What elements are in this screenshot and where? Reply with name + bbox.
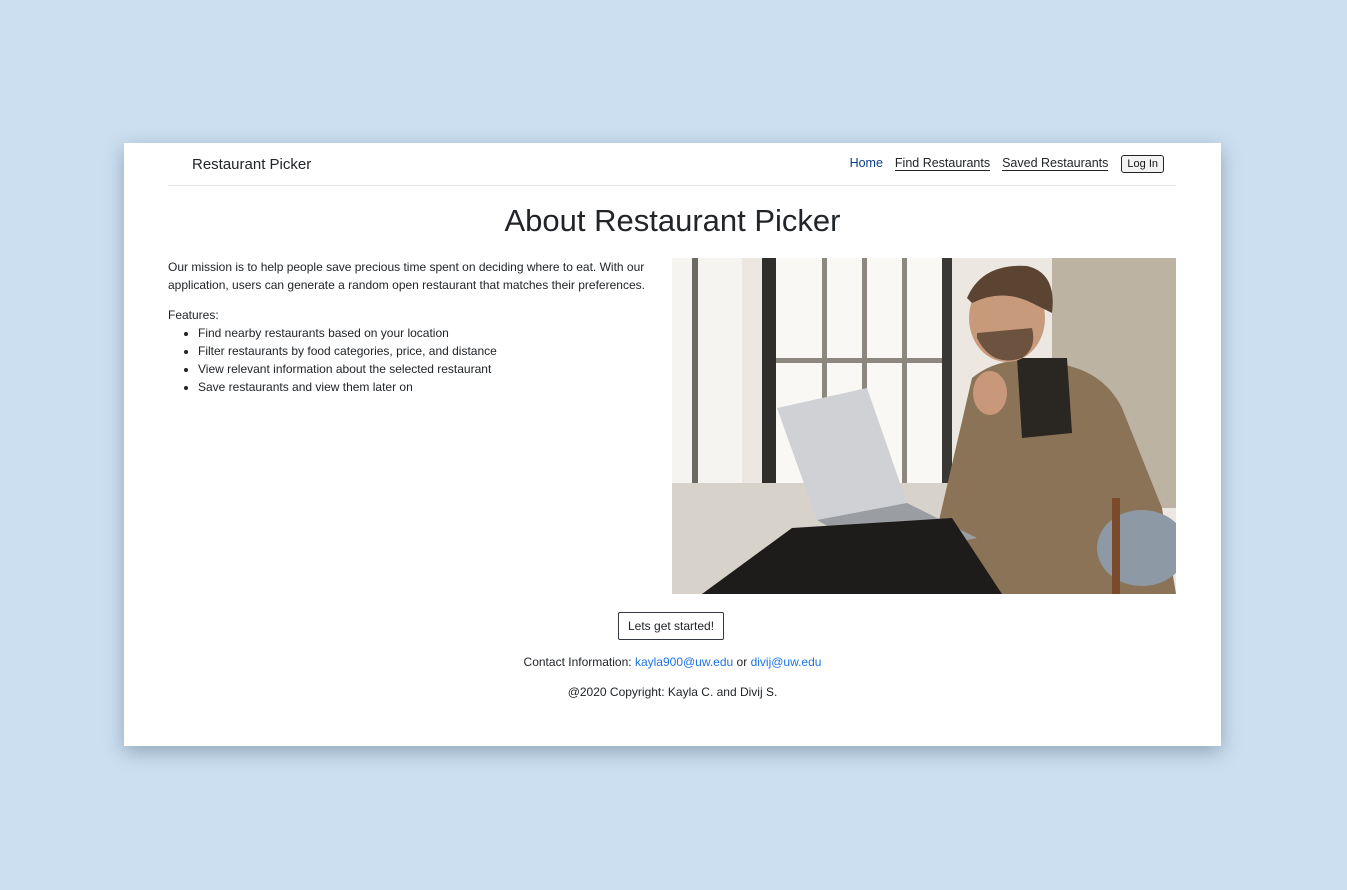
nav-link-find-restaurants[interactable]: Find Restaurants [894,154,991,173]
feature-item: Find nearby restaurants based on your lo… [198,324,653,342]
nav-links: Home Find Restaurants Saved Restaurants … [850,154,1164,173]
get-started-button[interactable]: Lets get started! [618,612,725,640]
feature-item: Save restaurants and view them later on [198,378,653,396]
navbar: Restaurant Picker Home Find Restaurants … [168,143,1176,186]
brand-name[interactable]: Restaurant Picker [192,156,311,173]
contact-separator: or [736,655,748,669]
feature-item: Filter restaurants by food categories, p… [198,342,653,360]
mission-text: Our mission is to help people save preci… [168,260,645,292]
feature-item: View relevant information about the sele… [198,360,653,378]
nav-link-home[interactable]: Home [850,154,883,173]
features-list: Find nearby restaurants based on your lo… [198,324,653,396]
contact-label: Contact Information: [523,655,632,669]
nav-link-find-restaurants-label: Find Restaurants [894,156,991,171]
email-link-kayla[interactable]: kayla900@uw.edu [635,655,733,669]
nav-link-saved-restaurants-label: Saved Restaurants [1002,156,1109,171]
login-button[interactable]: Log In [1121,154,1164,173]
contact-info: Contact Information: kayla900@uw.edu or … [124,655,1221,669]
copyright-text: @2020 Copyright: Kayla C. and Divij S. [567,685,778,699]
photo-illustration [672,258,1176,594]
man-with-laptop-photo [672,258,1176,594]
features-label: Features: [168,308,219,322]
nav-link-saved-restaurants[interactable]: Saved Restaurants [1002,154,1109,173]
app-window: Restaurant Picker Home Find Restaurants … [124,143,1221,746]
email-link-divij[interactable]: divij@uw.edu [751,655,822,669]
about-section: Our mission is to help people save preci… [168,258,653,396]
page-title: About Restaurant Picker [504,203,841,238]
